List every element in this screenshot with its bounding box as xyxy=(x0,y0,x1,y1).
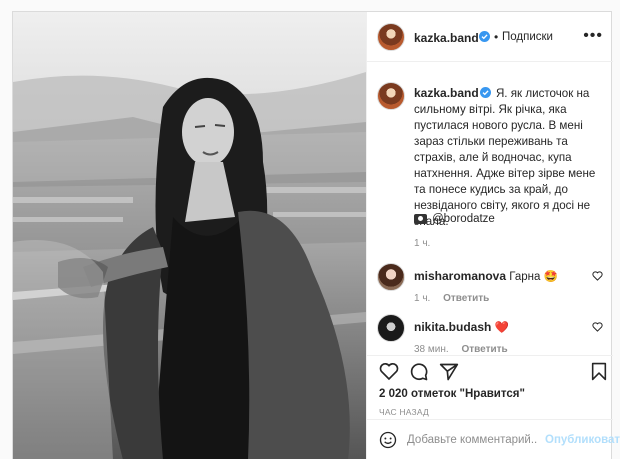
likes-count[interactable]: 2 020 отметок "Нравится" xyxy=(379,388,525,400)
photo-credit[interactable]: @boroda​tze xyxy=(414,213,495,225)
caption: kazka.band Я. як листочок на сильному ві… xyxy=(414,85,604,230)
like-heart-icon[interactable] xyxy=(379,362,399,381)
add-comment-bar: Добавьте комментарий... Опубликовать xyxy=(367,419,620,459)
star-eyes-emoji-icon: 🤩 xyxy=(543,271,558,283)
commenter-username[interactable]: nikita.budash xyxy=(414,320,491,334)
photo-illustration xyxy=(13,12,366,459)
save-bookmark-icon[interactable] xyxy=(591,362,607,381)
author-avatar[interactable] xyxy=(377,23,405,51)
red-heart-emoji-icon: ❤️ xyxy=(494,322,509,334)
add-comment-input[interactable]: Добавьте комментарий... xyxy=(407,434,537,446)
comment-time: 38 мин. xyxy=(414,344,449,355)
instagram-post: kazka.band • Подписки ••• kazka.band Я. … xyxy=(12,11,620,459)
separator-dot: • xyxy=(494,30,499,44)
author-username[interactable]: kazka.band xyxy=(414,31,479,45)
comment-icon[interactable] xyxy=(409,362,429,382)
publish-comment-button[interactable]: Опубликовать xyxy=(545,434,620,446)
comment-body: Гарна xyxy=(509,271,541,283)
camera-icon xyxy=(414,214,427,224)
post-actions xyxy=(367,355,613,385)
share-direct-icon[interactable] xyxy=(439,362,459,382)
post-sidebar: kazka.band • Подписки ••• kazka.band Я. … xyxy=(366,12,620,459)
more-horizontal-icon[interactable]: ••• xyxy=(583,27,603,45)
post-time: ЧАС НАЗАД xyxy=(379,407,430,417)
commenter-username[interactable]: misharomanova xyxy=(414,269,506,283)
commenter-avatar[interactable] xyxy=(377,314,405,342)
verified-badge-icon xyxy=(479,31,490,42)
comment-meta: 38 мин. Ответить xyxy=(414,344,518,355)
comment-text: nikita.budash ❤️ xyxy=(414,320,509,334)
reply-button[interactable]: Ответить xyxy=(443,293,489,304)
comment-text: misharomanova Гарна 🤩 xyxy=(414,269,558,283)
photo-credit-handle[interactable]: @boroda​tze xyxy=(432,213,495,225)
caption-author-username[interactable]: kazka.band xyxy=(414,86,479,100)
verified-badge-icon xyxy=(479,87,491,98)
comment-meta: 1 ч. Ответить xyxy=(414,293,499,304)
comment-like-heart-icon[interactable] xyxy=(592,271,603,281)
caption-time: 1 ч. xyxy=(414,238,431,249)
comments-area: kazka.band Я. як листочок на сильному ві… xyxy=(367,63,613,355)
reply-button[interactable]: Ответить xyxy=(461,344,507,355)
comment-like-heart-icon[interactable] xyxy=(592,322,603,332)
commenter-avatar[interactable] xyxy=(377,263,405,291)
post-header: kazka.band • Подписки ••• xyxy=(367,12,613,62)
comment-time: 1 ч. xyxy=(414,293,431,304)
caption-author-avatar[interactable] xyxy=(377,82,405,110)
emoji-smiley-icon[interactable] xyxy=(379,431,397,449)
caption-text: Я. як листочок на сильному вітрі. Як річ… xyxy=(414,87,596,228)
post-photo[interactable] xyxy=(13,12,366,459)
following-button[interactable]: Подписки xyxy=(502,31,553,43)
